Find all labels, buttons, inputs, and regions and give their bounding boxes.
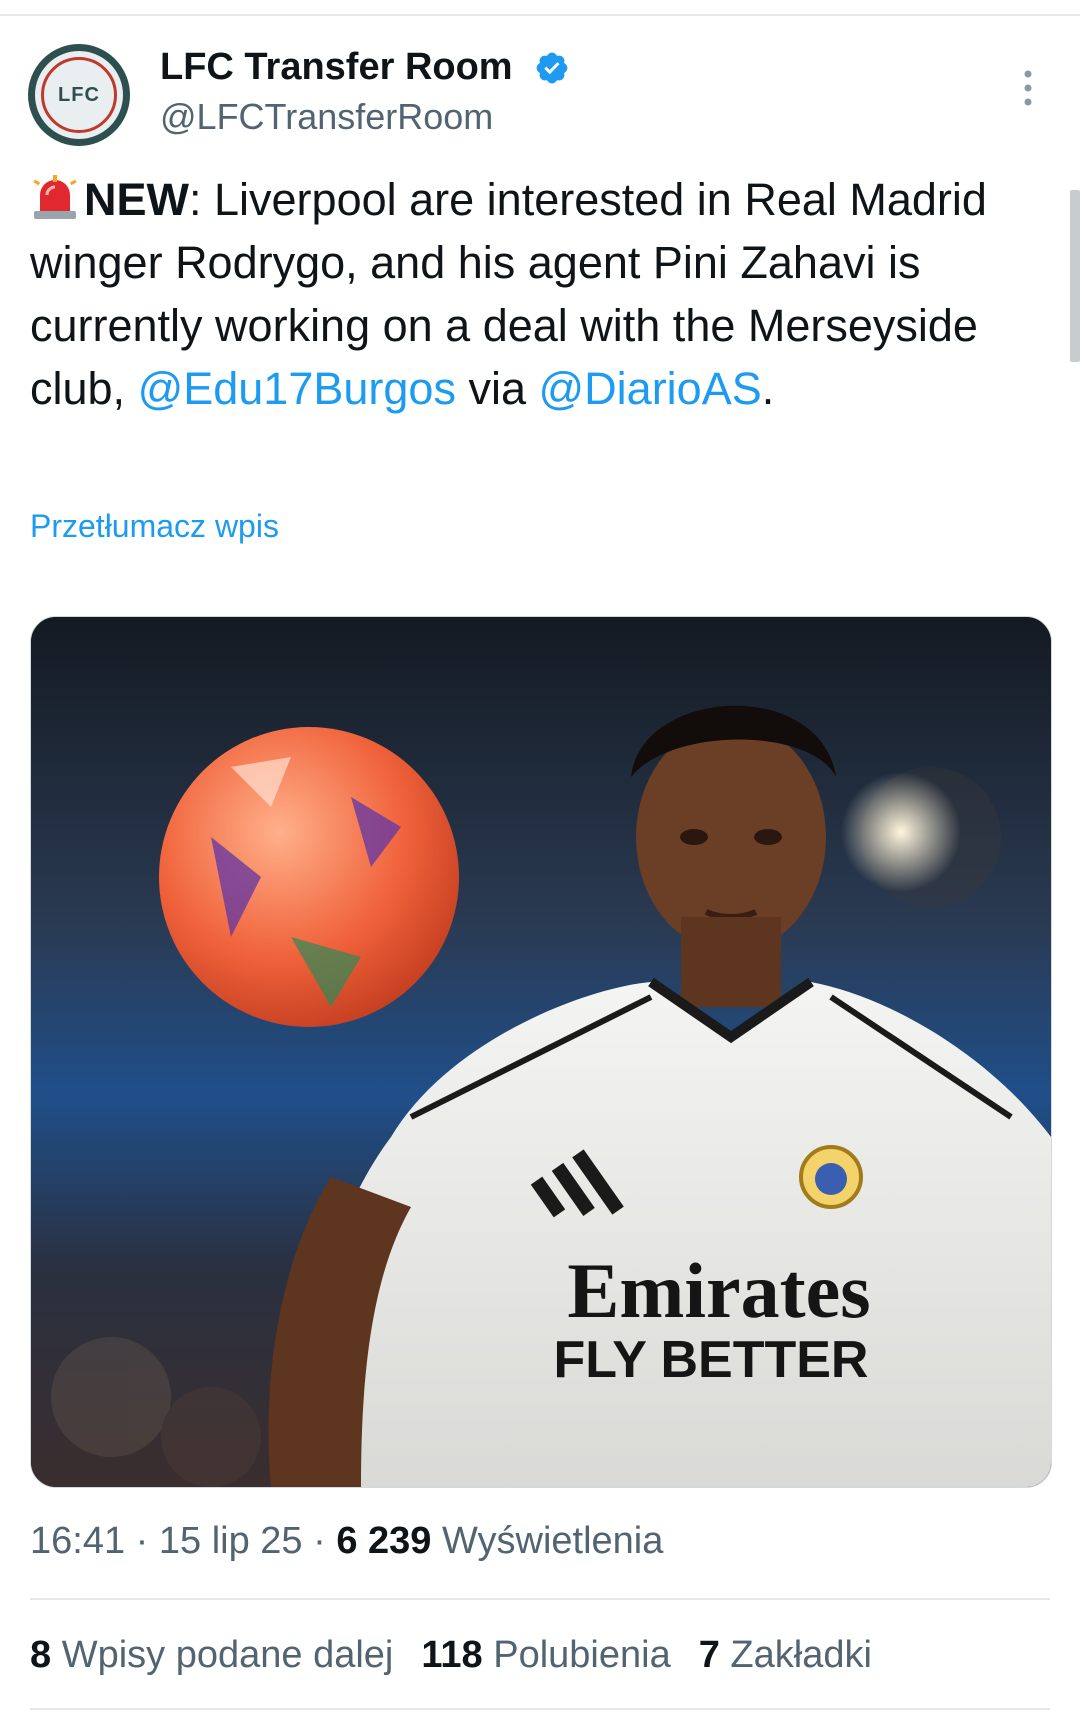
reposts-label: Wpisy podane dalej <box>61 1634 394 1676</box>
reposts-count: 8 <box>30 1634 52 1676</box>
bookmarks-count: 7 <box>698 1634 720 1676</box>
divider <box>30 1708 1050 1710</box>
post-date[interactable]: 15 lip 25 <box>159 1520 303 1562</box>
avatar[interactable]: LFC <box>28 44 130 146</box>
tweet-lead: NEW <box>84 174 189 225</box>
verified-badge-icon <box>536 52 568 84</box>
more-options-icon[interactable] <box>1020 68 1036 108</box>
shirt-sponsor-text: Emirates <box>567 1247 870 1334</box>
mention-link[interactable]: @DiarioAS <box>538 363 761 414</box>
bookmarks-stat[interactable]: 7 Zakładki <box>699 1634 872 1676</box>
avatar-logo-text: LFC <box>58 83 100 106</box>
avatar-badge: LFC <box>41 57 117 133</box>
likes-count: 118 <box>421 1634 483 1676</box>
engagement-stats: 8 Wpisy podane dalej 118 Polubienia 7 Zakł… <box>30 1634 900 1677</box>
reposts-stat[interactable]: 8 Wpisy podane dalej <box>30 1634 393 1676</box>
shirt-slogan-text: FLY BETTER <box>554 1331 869 1389</box>
tweet-body-3: . <box>761 363 775 414</box>
football-player-photo: Emirates FLY BETTER <box>31 617 1051 1487</box>
tweet-text: NEW: Liverpool are interested in Real Ma… <box>30 168 1040 420</box>
tweet-body-2: via <box>455 363 539 414</box>
police-siren-emoji-icon <box>33 175 77 219</box>
top-divider <box>0 14 1080 16</box>
post-time[interactable]: 16:41 <box>30 1520 125 1562</box>
mention-link[interactable]: @Edu17Burgos <box>138 363 456 414</box>
likes-label: Polubienia <box>493 1634 671 1676</box>
separator: · <box>125 1520 159 1562</box>
tweet-meta: 16:41 · 15 lip 25 · 6 239 Wyświetlenia <box>30 1520 663 1563</box>
separator: · <box>302 1520 337 1562</box>
views-label: Wyświetlenia <box>441 1520 664 1562</box>
handle[interactable]: @LFCTransferRoom <box>160 96 493 138</box>
display-name[interactable]: LFC Transfer Room <box>160 46 513 89</box>
divider <box>30 1598 1050 1600</box>
scrollbar[interactable] <box>1070 190 1080 362</box>
likes-stat[interactable]: 118 Polubienia <box>421 1634 670 1676</box>
tweet-media-photo[interactable]: Emirates FLY BETTER <box>30 616 1052 1488</box>
views-count: 6 239 <box>336 1520 432 1562</box>
bookmarks-label: Zakładki <box>730 1634 872 1676</box>
translate-post-link[interactable]: Przetłumacz wpis <box>30 508 279 545</box>
